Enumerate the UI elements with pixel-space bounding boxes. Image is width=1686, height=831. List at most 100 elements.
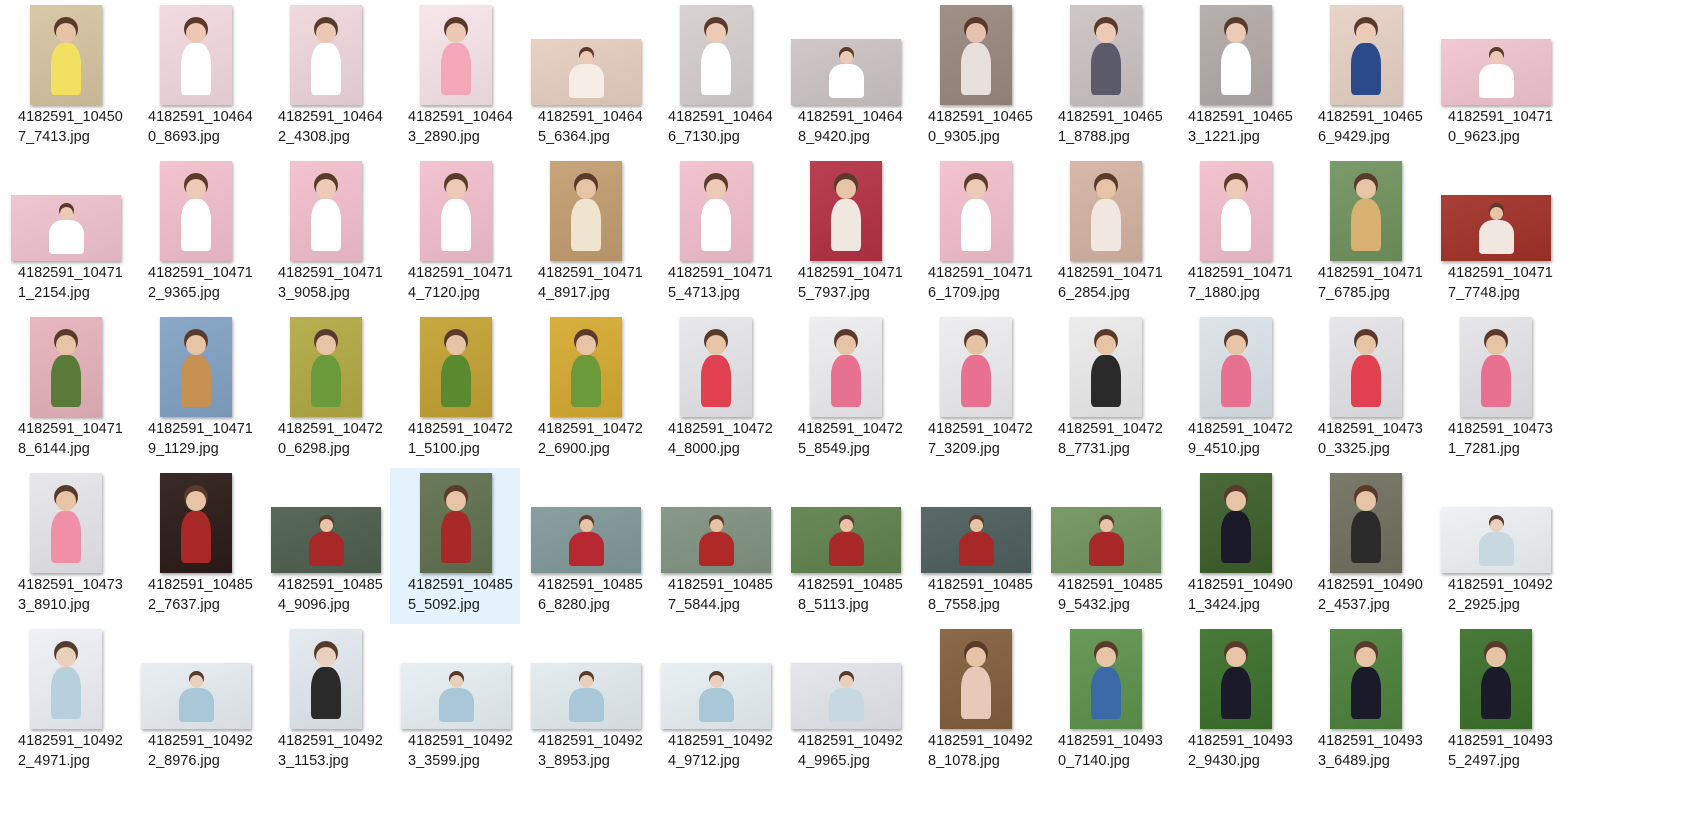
file-item[interactable]: 4182591_10465 6_9429.jpg — [1300, 0, 1430, 156]
file-item[interactable]: 4182591_10471 6_2854.jpg — [1040, 156, 1170, 312]
image-thumbnail[interactable] — [810, 161, 882, 261]
image-thumbnail[interactable] — [160, 473, 232, 573]
image-thumbnail[interactable] — [1330, 5, 1402, 105]
file-item[interactable]: 4182591_10472 1_5100.jpg — [390, 312, 520, 468]
image-thumbnail[interactable] — [1441, 507, 1551, 573]
image-thumbnail[interactable] — [1330, 629, 1402, 729]
image-thumbnail[interactable] — [420, 5, 492, 105]
file-item[interactable]: 4182591_10493 2_9430.jpg — [1170, 624, 1300, 780]
image-thumbnail[interactable] — [30, 629, 102, 729]
file-item[interactable]: 4182591_10471 4_8917.jpg — [520, 156, 650, 312]
image-thumbnail[interactable] — [531, 39, 641, 105]
file-item[interactable]: 4182591_10492 2_2925.jpg — [1430, 468, 1560, 624]
file-item[interactable]: 4182591_10471 2_9365.jpg — [130, 156, 260, 312]
file-item[interactable]: 4182591_10492 3_8953.jpg — [520, 624, 650, 780]
image-thumbnail[interactable] — [1070, 161, 1142, 261]
file-item[interactable]: 4182591_10471 3_9058.jpg — [260, 156, 390, 312]
file-item[interactable]: 4182591_10450 7_7413.jpg — [0, 0, 130, 156]
file-item[interactable]: 4182591_10471 7_7748.jpg — [1430, 156, 1560, 312]
file-item[interactable]: 4182591_10465 1_8788.jpg — [1040, 0, 1170, 156]
file-item[interactable]: 4182591_10471 5_7937.jpg — [780, 156, 910, 312]
file-item[interactable]: 4182591_10485 8_7558.jpg — [910, 468, 1040, 624]
file-item[interactable]: 4182591_10485 6_8280.jpg — [520, 468, 650, 624]
image-thumbnail[interactable] — [1051, 507, 1161, 573]
file-item[interactable]: 4182591_10464 8_9420.jpg — [780, 0, 910, 156]
image-thumbnail[interactable] — [1330, 473, 1402, 573]
image-thumbnail[interactable] — [401, 663, 511, 729]
image-thumbnail[interactable] — [791, 39, 901, 105]
image-thumbnail[interactable] — [1200, 473, 1272, 573]
image-thumbnail[interactable] — [420, 473, 492, 573]
image-thumbnail[interactable] — [1200, 5, 1272, 105]
file-item[interactable]: 4182591_10492 4_9965.jpg — [780, 624, 910, 780]
file-item[interactable]: 4182591_10464 6_7130.jpg — [650, 0, 780, 156]
image-thumbnail[interactable] — [1330, 317, 1402, 417]
image-thumbnail[interactable] — [420, 317, 492, 417]
file-item[interactable]: 4182591_10492 2_8976.jpg — [130, 624, 260, 780]
image-thumbnail[interactable] — [160, 317, 232, 417]
image-thumbnail[interactable] — [531, 507, 641, 573]
file-item[interactable]: 4182591_10493 5_2497.jpg — [1430, 624, 1560, 780]
image-thumbnail[interactable] — [550, 317, 622, 417]
image-thumbnail[interactable] — [290, 5, 362, 105]
file-item[interactable]: 4182591_10471 9_1129.jpg — [130, 312, 260, 468]
image-thumbnail[interactable] — [921, 507, 1031, 573]
image-thumbnail[interactable] — [1070, 5, 1142, 105]
file-item[interactable]: 4182591_10492 8_1078.jpg — [910, 624, 1040, 780]
file-item[interactable]: 4182591_10490 1_3424.jpg — [1170, 468, 1300, 624]
image-thumbnail[interactable] — [290, 629, 362, 729]
image-thumbnail[interactable] — [290, 317, 362, 417]
file-item[interactable]: 4182591_10473 1_7281.jpg — [1430, 312, 1560, 468]
image-thumbnail[interactable] — [160, 5, 232, 105]
image-thumbnail[interactable] — [30, 5, 102, 105]
image-thumbnail[interactable] — [661, 507, 771, 573]
image-thumbnail[interactable] — [1441, 195, 1551, 261]
file-item[interactable]: 4182591_10464 5_6364.jpg — [520, 0, 650, 156]
image-thumbnail[interactable] — [680, 5, 752, 105]
image-thumbnail[interactable] — [30, 473, 102, 573]
image-thumbnail[interactable] — [11, 195, 121, 261]
image-thumbnail[interactable] — [791, 663, 901, 729]
file-item[interactable]: 4182591_10485 2_7637.jpg — [130, 468, 260, 624]
image-thumbnail[interactable] — [1460, 317, 1532, 417]
file-item[interactable]: 4182591_10485 8_5113.jpg — [780, 468, 910, 624]
file-item[interactable]: 4182591_10471 0_9623.jpg — [1430, 0, 1560, 156]
file-item[interactable]: 4182591_10485 4_9096.jpg — [260, 468, 390, 624]
image-thumbnail[interactable] — [940, 161, 1012, 261]
file-item[interactable]: 4182591_10472 0_6298.jpg — [260, 312, 390, 468]
file-item[interactable]: 4182591_10471 5_4713.jpg — [650, 156, 780, 312]
file-item[interactable]: 4182591_10465 0_9305.jpg — [910, 0, 1040, 156]
file-item[interactable]: 4182591_10493 0_7140.jpg — [1040, 624, 1170, 780]
file-item[interactable]: 4182591_10492 3_3599.jpg — [390, 624, 520, 780]
image-thumbnail[interactable] — [420, 161, 492, 261]
file-item[interactable]: 4182591_10471 1_2154.jpg — [0, 156, 130, 312]
image-thumbnail[interactable] — [940, 629, 1012, 729]
image-thumbnail[interactable] — [30, 317, 102, 417]
file-item[interactable]: 4182591_10472 7_3209.jpg — [910, 312, 1040, 468]
file-item[interactable]: 4182591_10464 0_8693.jpg — [130, 0, 260, 156]
file-item[interactable]: 4182591_10492 3_1153.jpg — [260, 624, 390, 780]
file-item[interactable]: 4182591_10473 0_3325.jpg — [1300, 312, 1430, 468]
image-thumbnail[interactable] — [290, 161, 362, 261]
file-item[interactable]: 4182591_10485 5_5092.jpg — [390, 468, 520, 624]
file-item[interactable]: 4182591_10492 4_9712.jpg — [650, 624, 780, 780]
image-thumbnail[interactable] — [271, 507, 381, 573]
image-thumbnail[interactable] — [1441, 39, 1551, 105]
image-thumbnail[interactable] — [791, 507, 901, 573]
image-thumbnail[interactable] — [531, 663, 641, 729]
file-item[interactable]: 4182591_10473 3_8910.jpg — [0, 468, 130, 624]
file-item[interactable]: 4182591_10490 2_4537.jpg — [1300, 468, 1430, 624]
file-item[interactable]: 4182591_10471 4_7120.jpg — [390, 156, 520, 312]
image-thumbnail[interactable] — [661, 663, 771, 729]
image-thumbnail[interactable] — [1070, 629, 1142, 729]
file-item[interactable]: 4182591_10465 3_1221.jpg — [1170, 0, 1300, 156]
image-thumbnail[interactable] — [550, 161, 622, 261]
image-thumbnail[interactable] — [1200, 161, 1272, 261]
file-item[interactable]: 4182591_10472 8_7731.jpg — [1040, 312, 1170, 468]
file-item[interactable]: 4182591_10471 6_1709.jpg — [910, 156, 1040, 312]
image-thumbnail[interactable] — [940, 317, 1012, 417]
image-thumbnail[interactable] — [940, 5, 1012, 105]
file-item[interactable]: 4182591_10492 2_4971.jpg — [0, 624, 130, 780]
image-thumbnail[interactable] — [160, 161, 232, 261]
file-item[interactable]: 4182591_10472 4_8000.jpg — [650, 312, 780, 468]
